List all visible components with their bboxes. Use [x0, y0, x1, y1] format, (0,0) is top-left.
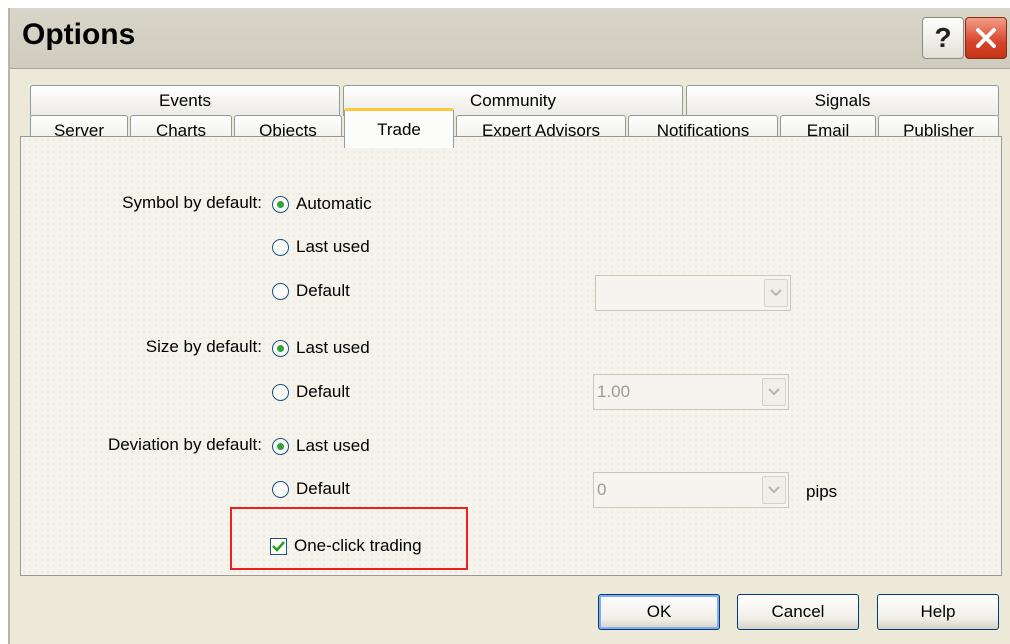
deviation-default-radio[interactable]: Default [272, 476, 350, 502]
tab-events[interactable]: Events [30, 85, 340, 116]
radio-icon [272, 480, 289, 498]
size-default-radio[interactable]: Default [272, 379, 350, 405]
checkbox-label: One-click trading [294, 536, 422, 555]
symbol-default-radio[interactable]: Default [272, 278, 350, 304]
radio-icon [272, 238, 289, 256]
combo-dropdown-button[interactable] [762, 378, 786, 406]
close-icon [976, 28, 996, 48]
chevron-down-icon [770, 289, 782, 297]
option-label: Last used [296, 338, 370, 357]
radio-selected-icon [272, 339, 289, 357]
button-label: Help [920, 602, 956, 621]
question-icon: ? [934, 22, 952, 53]
tab-trade[interactable]: Trade [344, 108, 454, 148]
symbol-last-used-radio[interactable]: Last used [272, 234, 370, 260]
size-last-used-radio[interactable]: Last used [272, 335, 370, 361]
checkmark-icon [272, 540, 285, 552]
tab-label: Trade [377, 119, 421, 139]
window-title: Options [22, 18, 136, 51]
help-button[interactable]: Help [877, 594, 999, 630]
button-label: OK [646, 602, 672, 621]
button-label: Cancel [771, 602, 825, 621]
one-click-trading-checkbox[interactable]: One-click trading [270, 533, 422, 559]
cancel-button[interactable]: Cancel [737, 594, 859, 630]
tab-label: Community [470, 91, 556, 110]
title-bar[interactable]: Options ? [10, 8, 1010, 69]
combo-value: 0 [597, 480, 607, 499]
option-label: Default [296, 281, 350, 300]
option-label: Default [296, 479, 350, 498]
deviation-default-label: Deviation by default: [107, 435, 262, 454]
deviation-last-used-radio[interactable]: Last used [272, 433, 370, 459]
combo-value: 1.00 [597, 382, 631, 401]
radio-selected-icon [272, 195, 289, 213]
radio-icon [272, 383, 289, 401]
checkbox-box [270, 537, 287, 555]
option-label: Last used [296, 436, 370, 455]
close-button[interactable] [965, 17, 1007, 59]
tab-label: Events [159, 91, 211, 110]
combo-dropdown-button[interactable] [762, 476, 786, 504]
chevron-down-icon [768, 486, 780, 494]
deviation-combo[interactable]: 0 [593, 472, 789, 508]
help-title-button[interactable]: ? [922, 17, 964, 59]
option-label: Default [296, 382, 350, 401]
pips-unit-label: pips [806, 482, 838, 501]
size-default-label: Size by default: [145, 337, 262, 356]
combo-dropdown-button[interactable] [764, 279, 788, 307]
symbol-combo[interactable] [595, 275, 791, 311]
chevron-down-icon [768, 388, 780, 396]
option-label: Last used [296, 237, 370, 256]
ok-button[interactable]: OK [598, 594, 720, 630]
tab-signals[interactable]: Signals [686, 85, 999, 116]
option-label: Automatic [296, 194, 372, 213]
tab-label: Signals [814, 91, 871, 110]
size-combo[interactable]: 1.00 [593, 374, 789, 410]
symbol-automatic-radio[interactable]: Automatic [272, 191, 372, 217]
radio-selected-icon [272, 437, 289, 455]
radio-icon [272, 282, 289, 300]
symbol-default-label: Symbol by default: [122, 193, 262, 212]
